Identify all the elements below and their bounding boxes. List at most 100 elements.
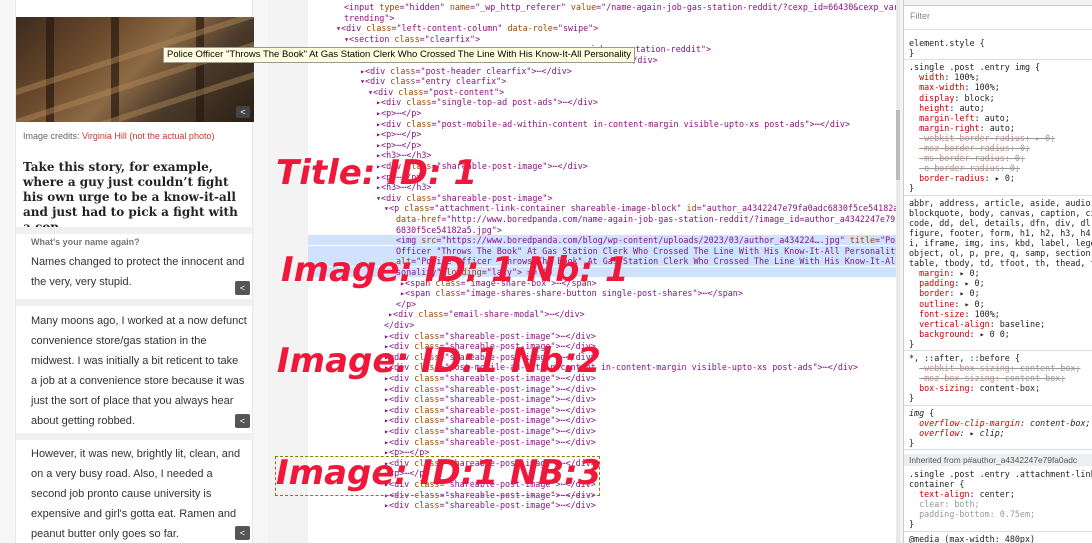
dom-node[interactable]: ▸<div class="shareable-post-image">⋯</di… <box>308 394 596 404</box>
css-rule-line[interactable]: } <box>909 393 914 403</box>
divider <box>16 299 254 306</box>
css-rule-line[interactable]: font-size: 100%; <box>909 309 1000 319</box>
css-rule-line[interactable]: max-width: 100%; <box>909 82 1000 92</box>
dom-node[interactable]: ▸<div class="single-top-ad post-ads">⋯</… <box>308 97 598 107</box>
dom-node[interactable]: ▸<div class="post-mobile-ad-within-conte… <box>308 119 850 129</box>
scrollbar-thumb[interactable] <box>896 110 900 180</box>
css-rule-line[interactable]: -o-border-radius: 0; <box>909 163 1020 173</box>
post-text: Names changed to protect the innocent an… <box>31 256 245 288</box>
image-credits: Image credits: Virginia Hill (not the ac… <box>23 131 214 141</box>
annotation-image-2: Image: ID:1 Nb:2 <box>277 341 601 381</box>
css-rule-line[interactable]: padding: ▸ 0; <box>909 278 985 288</box>
css-rule-line[interactable]: i, iframe, img, ins, kbd, label, legend, <box>909 238 1092 248</box>
dom-node[interactable]: 6830f5ce54182a5.jpg"> <box>308 225 502 235</box>
post-text: However, it was new, brightly lit, clean… <box>31 448 241 540</box>
css-rule-line[interactable]: margin: ▸ 0; <box>909 268 980 278</box>
css-rule-line[interactable]: padding-bottom: 0.75em; <box>909 509 1035 519</box>
css-rule-line[interactable]: figure, footer, form, h1, h2, h3, h4, h5… <box>909 228 1092 238</box>
dom-node[interactable]: trending"> <box>308 13 394 23</box>
dom-node[interactable]: <input type="hidden" name="_wp_http_refe… <box>308 2 898 12</box>
css-rule-line[interactable]: abbr, address, article, aside, audio, b, <box>909 198 1092 208</box>
dom-node[interactable]: ▾<div class="post-content"> <box>308 87 504 97</box>
annotation-title: Title: ID: 1 <box>276 153 478 193</box>
styles-tabs[interactable] <box>904 0 1092 6</box>
dom-node[interactable]: ▸<div class="post-header clearfix">⋯</di… <box>308 66 572 76</box>
css-rule-line[interactable]: table, tbody, td, tfoot, th, thead, time… <box>909 258 1092 268</box>
css-rule-line[interactable]: } <box>909 339 914 349</box>
divider <box>904 350 1092 351</box>
post-image[interactable]: < <box>16 17 254 122</box>
css-rule-line[interactable]: outline: ▸ 0; <box>909 299 985 309</box>
css-rule-line[interactable]: *, ::after, ::before { <box>909 353 1020 363</box>
dom-node[interactable]: ▸<div class="shareable-post-image">⋯</di… <box>308 437 596 447</box>
css-rule-line[interactable]: container { <box>909 479 964 489</box>
page-preview: < Image credits: Virginia Hill (not the … <box>0 0 268 543</box>
css-rule-line[interactable]: clear: both; <box>909 499 980 509</box>
css-rule-line[interactable]: box-sizing: content-box; <box>909 383 1040 393</box>
elements-scrollbar[interactable] <box>896 0 900 543</box>
css-rule-line[interactable]: margin-right: auto; <box>909 123 1015 133</box>
css-rule-line[interactable]: text-align: center; <box>909 489 1015 499</box>
dom-node[interactable]: ▸<div class="shareable-post-image">⋯</di… <box>308 426 596 436</box>
post-text: Many moons ago, I worked at a now defunc… <box>31 315 247 427</box>
dom-node[interactable]: </div> <box>308 320 414 330</box>
share-icon[interactable]: < <box>235 414 250 428</box>
css-rule-line[interactable]: img { <box>909 408 934 418</box>
css-rule-line[interactable]: -webkit-box-sizing: content-box; <box>909 363 1080 373</box>
css-rule-line[interactable]: vertical-align: baseline; <box>909 319 1045 329</box>
dom-node[interactable]: ▸<div class="shareable-post-image">⋯</di… <box>308 384 596 394</box>
dom-node[interactable]: ▸<p>⋯</p> <box>308 108 421 118</box>
css-rule-line[interactable]: background: ▸ 0 0; <box>909 329 1010 339</box>
inherited-header: Inherited from p#author_a4342247e79fa0ad… <box>904 453 1092 466</box>
dom-node[interactable]: ▸<div class="shareable-post-image">⋯</di… <box>308 405 596 415</box>
css-rule-line[interactable]: overflow-clip-margin: content-box; <box>909 418 1090 428</box>
css-rule-line[interactable]: .single .post .entry img { <box>909 62 1040 72</box>
dom-node[interactable]: </p> <box>308 299 416 309</box>
dom-node[interactable]: ▾<div class="entry clearfix"> <box>308 76 506 86</box>
css-rule-line[interactable]: } <box>909 48 914 58</box>
css-rule-line[interactable]: display: block; <box>909 93 995 103</box>
css-rule-line[interactable]: -ms-border-radius: 0; <box>909 153 1025 163</box>
styles-panel[interactable]: Filter element.style {} .single .post .en… <box>903 0 1092 543</box>
article-card: < Image credits: Virginia Hill (not the … <box>15 0 254 543</box>
divider <box>904 530 1092 532</box>
css-rule-line[interactable]: margin-left: auto; <box>909 113 1010 123</box>
css-rule-line[interactable]: -webkit-border-radius: ▸ 0; <box>909 133 1055 143</box>
dom-node[interactable]: ▸<div class="email-share-modal">⋯</div> <box>308 309 585 319</box>
css-rule-line[interactable]: object, ol, p, pre, q, samp, section, s, <box>909 248 1092 258</box>
dom-node-selected[interactable]: <img src="https://www.boredpanda.com/blo… <box>308 235 898 246</box>
story-heading: Take this story, for example, where a gu… <box>23 160 238 234</box>
css-rule-line[interactable]: } <box>909 183 914 193</box>
css-rule-line[interactable]: -moz-box-sizing: content-box; <box>909 373 1065 383</box>
dom-node[interactable]: ▸<div class="shareable-post-image">⋯</di… <box>308 415 596 425</box>
css-rule-line[interactable]: -moz-border-radius: 0; <box>909 143 1030 153</box>
css-rule-line[interactable]: code, dd, del, details, dfn, div, dl, dt… <box>909 218 1092 228</box>
css-rule-line[interactable]: border-radius: ▸ 0; <box>909 173 1015 183</box>
css-rule-line[interactable]: height: auto; <box>909 103 985 113</box>
image-tooltip: Police Officer "Throws The Book" At Gas … <box>163 47 635 63</box>
dom-node[interactable]: ▾<div class="left-content-column" data-r… <box>308 23 598 33</box>
css-rule-line[interactable]: blockquote, body, canvas, caption, cite, <box>909 208 1092 218</box>
divider <box>904 404 1092 406</box>
dom-node[interactable]: ▾<section class="clearfix"> <box>308 34 480 44</box>
share-icon[interactable]: < <box>236 106 250 118</box>
css-rule-line[interactable]: } <box>909 438 914 448</box>
credits-link[interactable]: Virginia Hill (not the actual photo) <box>82 131 214 141</box>
css-rule-line[interactable]: } <box>909 519 914 529</box>
dom-node[interactable]: ▾<p class="attachment-link-container sha… <box>308 203 898 213</box>
filter-input[interactable]: Filter <box>910 11 930 21</box>
share-icon[interactable]: < <box>235 526 250 540</box>
dom-node[interactable]: ▾<div class="shareable-post-image"> <box>308 193 553 203</box>
css-rule-line[interactable]: border: ▸ 0; <box>909 288 980 298</box>
css-rule-line[interactable]: .single .post .entry .attachment-link- <box>909 469 1092 479</box>
dom-node[interactable]: ▸<div class="shareable-post-image">⋯</di… <box>308 331 596 341</box>
css-rule-line[interactable]: element.style { <box>909 38 985 48</box>
dom-node[interactable]: ▸<div class="shareable-post-image">⋯</di… <box>308 500 596 510</box>
dom-node[interactable]: ▸<p>⋯</p> <box>308 129 421 139</box>
share-icon[interactable]: < <box>235 281 250 295</box>
dom-node[interactable]: ▸<p>⋯</p> <box>308 140 421 150</box>
dom-node[interactable]: data-href="http://www.boredpanda.com/nam… <box>308 214 898 224</box>
css-rule-line[interactable]: width: 100%; <box>909 72 980 82</box>
css-rule-line[interactable]: @media (max-width: 480px) <box>909 534 1035 543</box>
css-rule-line[interactable]: overflow: ▸ clip; <box>909 428 1005 438</box>
